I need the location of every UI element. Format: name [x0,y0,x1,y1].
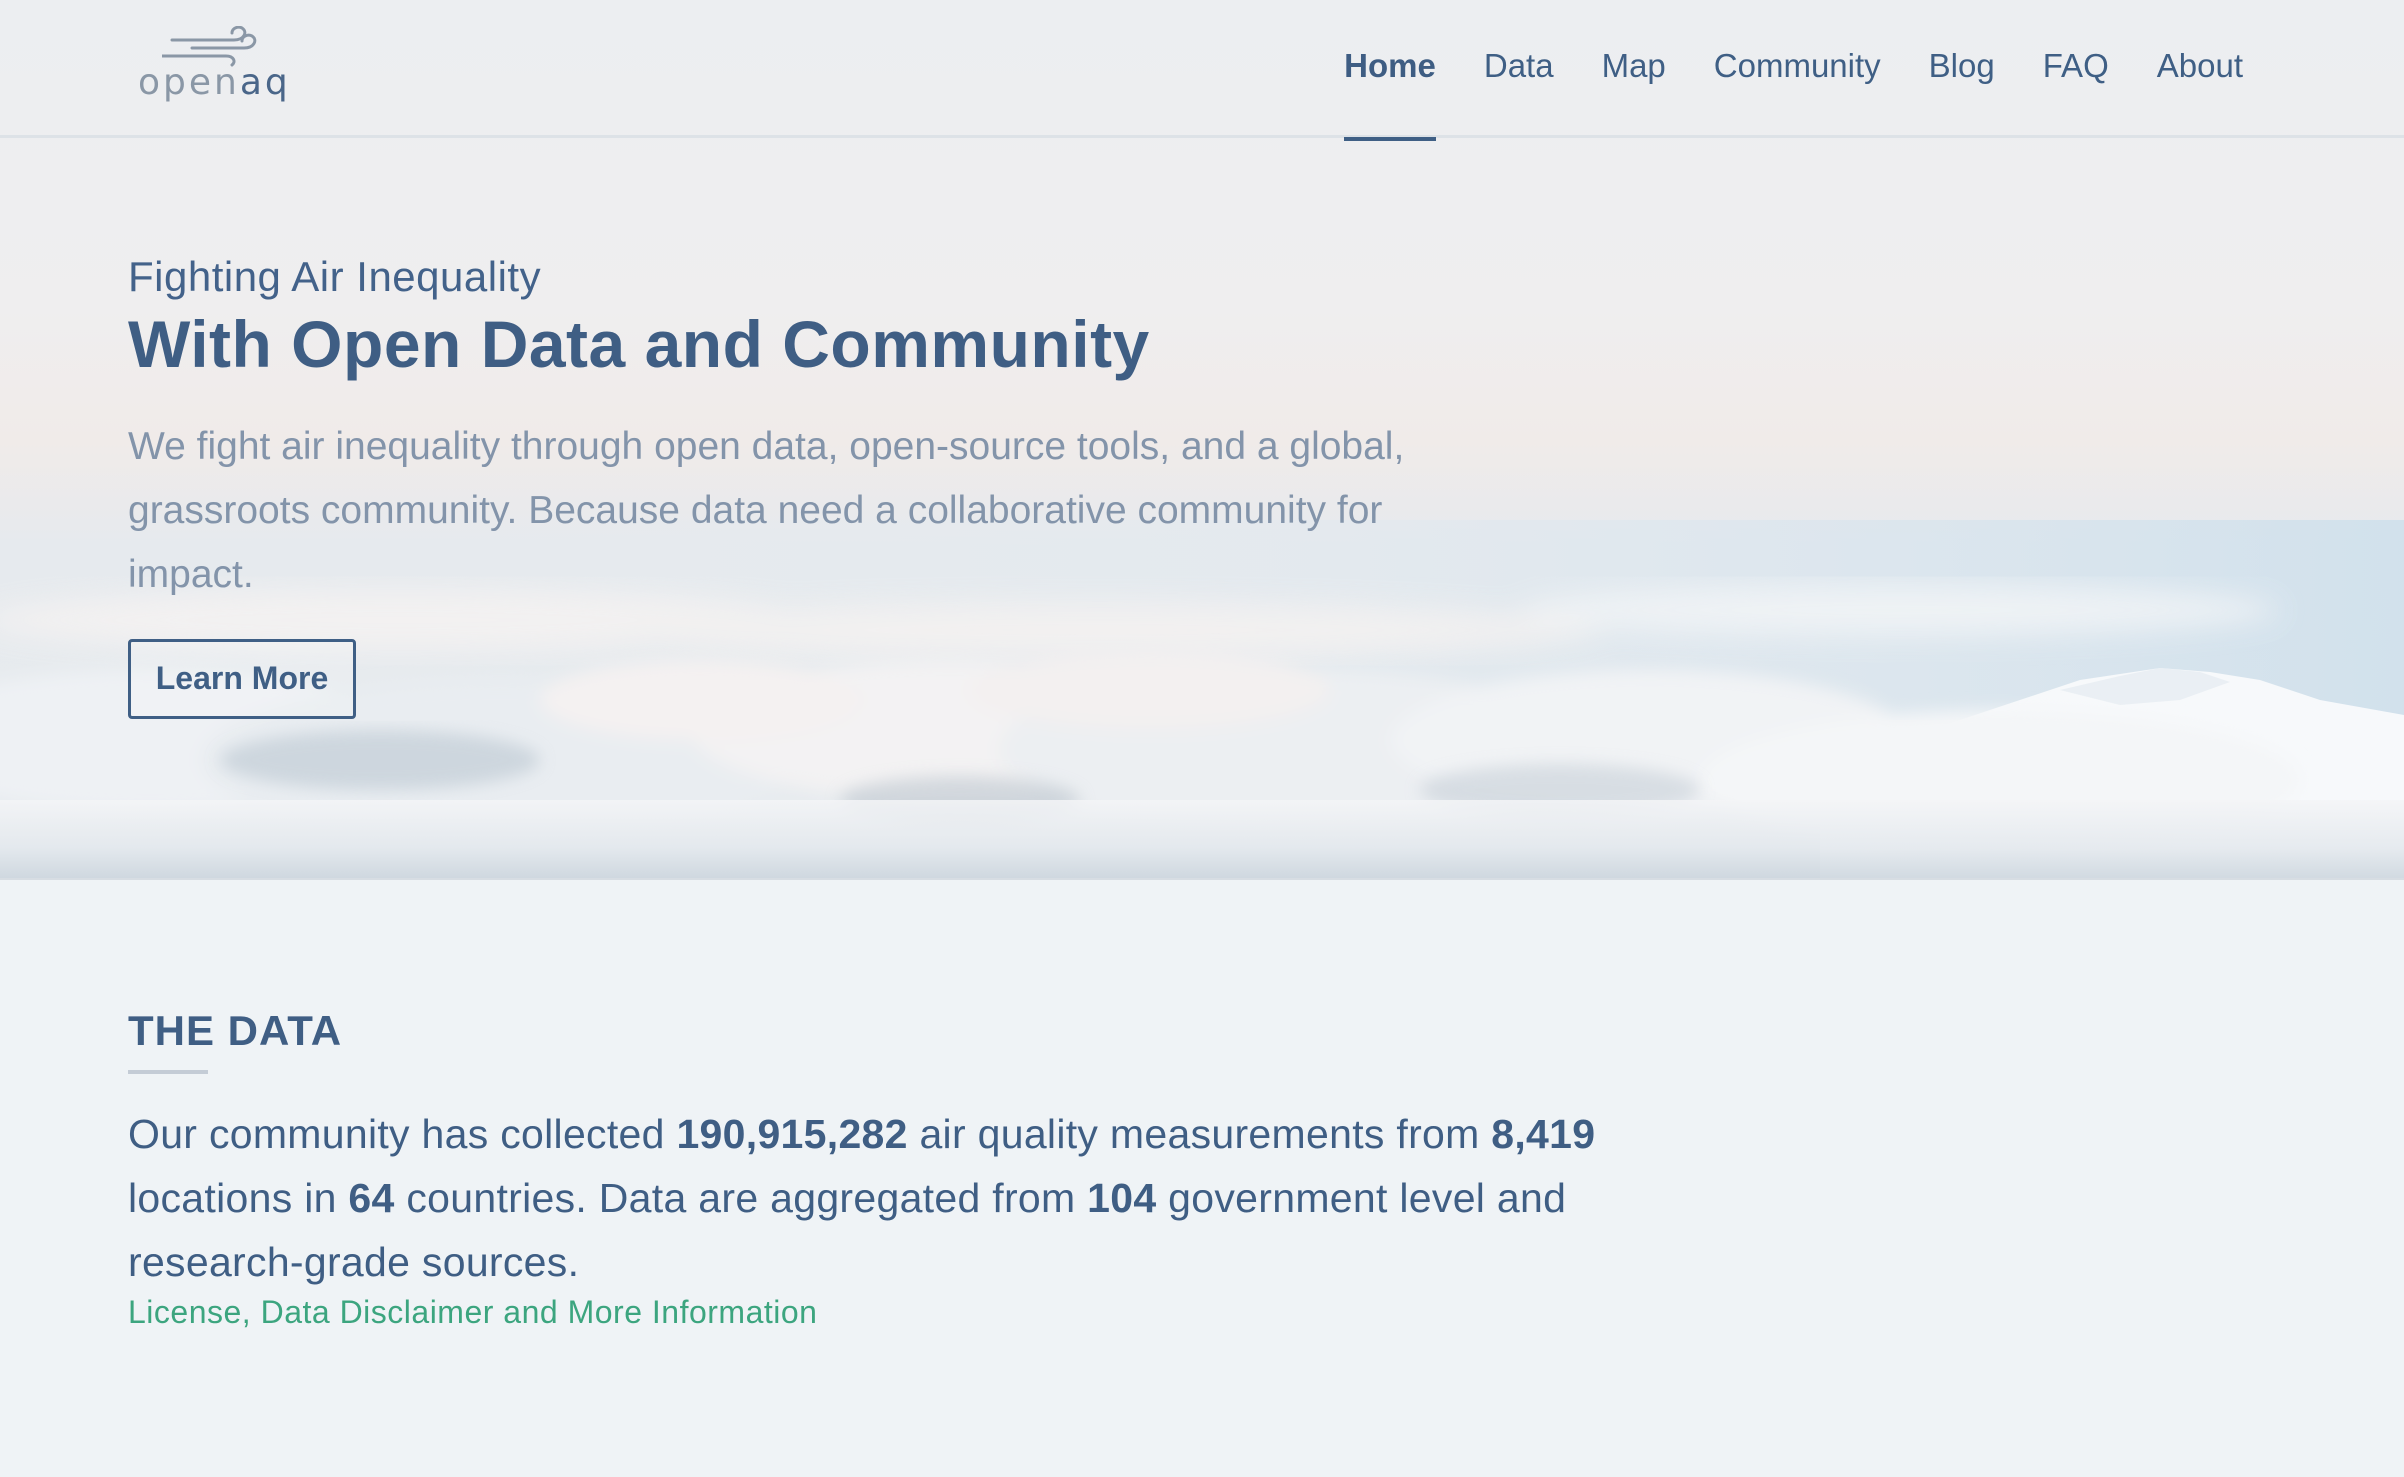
openaq-logo[interactable]: openaq [138,22,288,112]
logo-wordmark-aq: aq [239,62,291,103]
data-section: THE DATA Our community has collected 190… [128,1007,1628,1331]
hero-title: With Open Data and Community [128,307,1150,382]
stat-measurements: 190,915,282 [676,1111,908,1158]
nav-community[interactable]: Community [1714,0,1881,138]
stats-text-part: air quality measurements from [907,1111,1492,1158]
learn-more-button[interactable]: Learn More [128,638,356,719]
nav-data[interactable]: Data [1484,0,1554,138]
nav-home[interactable]: Home [1344,0,1436,141]
hero-description: We fight air inequality through open dat… [128,424,1405,596]
license-info-link[interactable]: License, Data Disclaimer and More Inform… [128,1294,1628,1331]
nav-blog[interactable]: Blog [1929,0,1995,138]
stats-text-part: locations in [128,1175,349,1222]
stat-locations: 8,419 [1491,1111,1596,1158]
stat-countries: 64 [348,1175,395,1222]
nav-about[interactable]: About [2157,0,2243,138]
hero-content: Fighting Air Inequality With Open Data a… [128,253,1528,719]
section-title-underline [128,1070,208,1075]
nav-map[interactable]: Map [1602,0,1666,138]
logo-wordmark-open: open [138,62,240,103]
site-header: openaq Home Data Map Community Blog FAQ … [0,0,2404,141]
data-stats-paragraph: Our community has collected 190,915,282 … [128,1102,1628,1294]
nav-faq[interactable]: FAQ [2043,0,2109,138]
logo-wordmark: openaq [138,62,291,103]
stats-text-part: Our community has collected [128,1111,677,1158]
stat-sources: 104 [1087,1175,1157,1222]
section-title: THE DATA [128,1007,343,1054]
hero-kicker: Fighting Air Inequality [128,253,542,300]
stats-text-part: countries. Data are aggregated from [394,1175,1088,1222]
main-nav: Home Data Map Community Blog FAQ About [1344,0,2243,141]
